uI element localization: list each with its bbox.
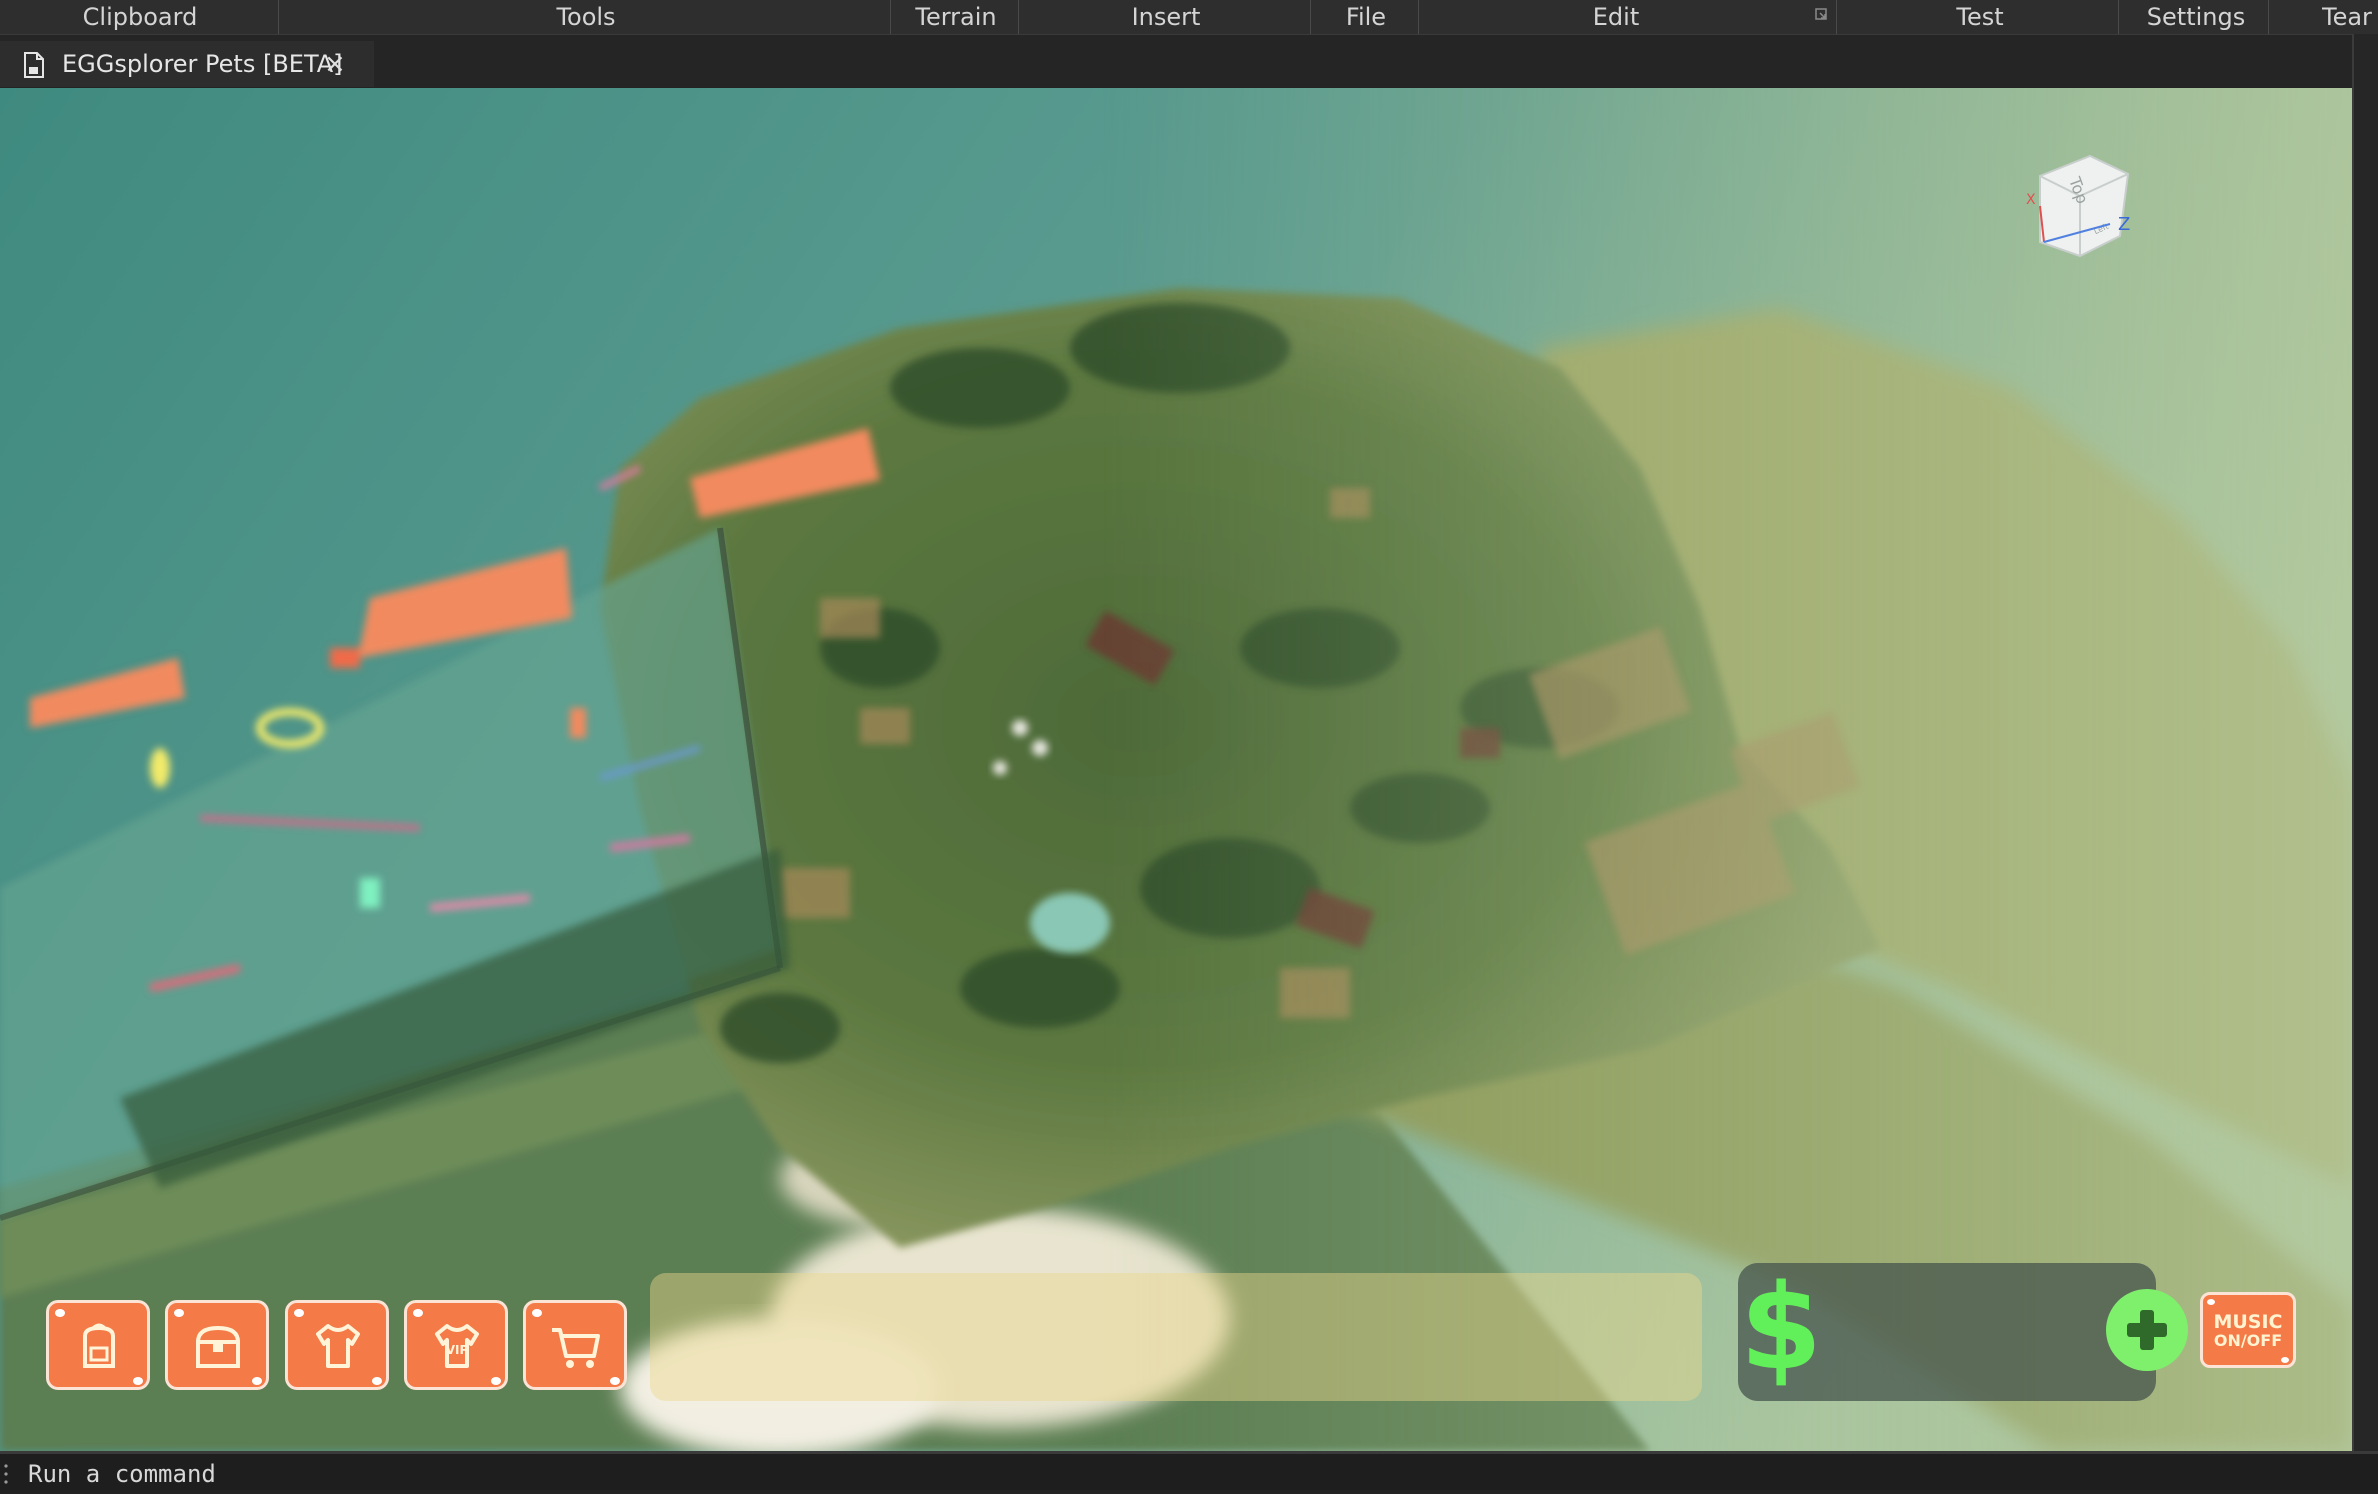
menu-separator	[890, 0, 891, 34]
menu-terrain[interactable]: Terrain	[896, 0, 1016, 34]
corner-dot	[252, 1377, 262, 1385]
menu-edit[interactable]: Edit	[1556, 0, 1676, 34]
menu-separator	[2268, 0, 2269, 34]
menu-clipboard[interactable]: Clipboard	[40, 0, 240, 34]
corner-dot	[491, 1377, 501, 1385]
menu-file[interactable]: File	[1316, 0, 1416, 34]
corner-dot	[372, 1377, 382, 1385]
menu-test[interactable]: Test	[1920, 0, 2040, 34]
vip-shirt-icon: VIP	[435, 1324, 479, 1368]
menu-tools[interactable]: Tools	[486, 0, 686, 34]
expand-corner-icon[interactable]	[1814, 0, 1834, 34]
currency-value	[1830, 1300, 2090, 1360]
axis-x-label: X	[2026, 192, 2036, 208]
menu-separator	[1310, 0, 1311, 34]
menu-settings[interactable]: Settings	[2136, 0, 2256, 34]
vip-button[interactable]: VIP	[404, 1300, 508, 1390]
corner-dot	[55, 1309, 65, 1317]
menu-separator	[1418, 0, 1419, 34]
corner-dot	[532, 1309, 542, 1317]
scene-render	[0, 88, 2352, 1451]
corner-dot	[610, 1377, 620, 1385]
command-bar[interactable]: Run a command	[0, 1451, 2378, 1490]
music-label: MUSIC	[2213, 1311, 2283, 1333]
side-panel-edge[interactable]	[2352, 34, 2378, 1451]
corner-dot	[413, 1309, 423, 1317]
dollar-icon: $	[1740, 1258, 1823, 1396]
menu-insert[interactable]: Insert	[1106, 0, 1226, 34]
close-icon[interactable]: ×	[324, 41, 348, 87]
menu-separator	[2118, 0, 2119, 34]
backpack-button[interactable]	[46, 1300, 150, 1390]
game-viewport[interactable]: Top Left X Z	[0, 88, 2352, 1451]
corner-dot	[294, 1309, 304, 1317]
pet-chest-button[interactable]	[165, 1300, 269, 1390]
ribbon-menu-bar: Clipboard Tools Terrain Insert File Edit…	[0, 0, 2378, 34]
backpack-icon	[83, 1323, 115, 1368]
view-cube[interactable]: Top Left X Z	[2010, 146, 2150, 286]
cart-icon	[552, 1328, 600, 1368]
command-input[interactable]: Run a command	[28, 1454, 216, 1490]
shirt-shop-button[interactable]	[285, 1300, 389, 1390]
corner-dot	[174, 1309, 184, 1317]
axis-z-label: Z	[2118, 214, 2130, 235]
chat-input-box[interactable]	[650, 1273, 1702, 1401]
corner-dot	[2207, 1299, 2215, 1305]
grip-handle-icon[interactable]	[4, 1462, 8, 1486]
menu-separator	[1018, 0, 1019, 34]
vip-label: VIP	[446, 1343, 469, 1357]
menu-team[interactable]: Tear	[2322, 0, 2378, 34]
document-icon	[24, 52, 44, 78]
menu-separator	[278, 0, 279, 34]
menu-separator	[1836, 0, 1837, 34]
shop-cart-button[interactable]	[523, 1300, 627, 1390]
treasure-chest-icon	[195, 1325, 241, 1368]
corner-dot	[133, 1377, 143, 1385]
add-currency-button[interactable]	[2106, 1289, 2188, 1371]
music-state-label: ON/OFF	[2213, 1331, 2283, 1350]
plus-icon	[2127, 1310, 2167, 1350]
document-tab-bar: EGGsplorer Pets [BETA] ×	[0, 34, 2378, 87]
tab-label: EGGsplorer Pets [BETA]	[62, 50, 343, 78]
music-toggle-button[interactable]: MUSIC ON/OFF	[2200, 1292, 2296, 1368]
corner-dot	[2281, 1357, 2289, 1363]
shirt-icon	[316, 1324, 360, 1368]
tab-eggsplorer-pets[interactable]: EGGsplorer Pets [BETA] ×	[0, 41, 374, 87]
